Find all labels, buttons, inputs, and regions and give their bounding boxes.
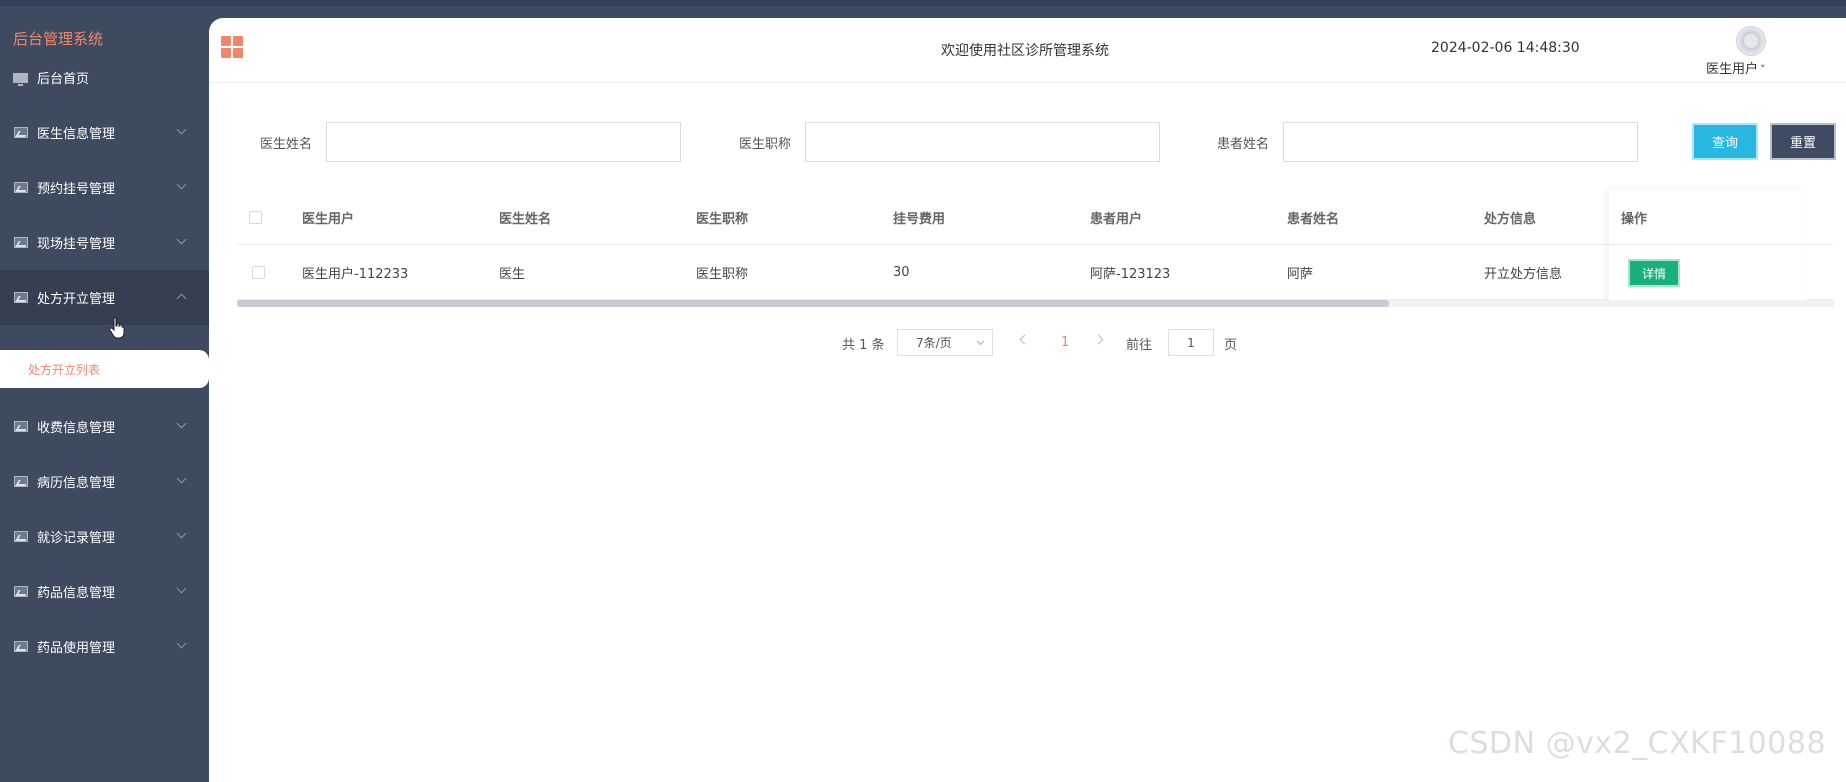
doctor-title-label: 医生职称 bbox=[739, 137, 792, 152]
column-header: 处方信息 bbox=[1484, 212, 1537, 227]
detail-button[interactable]: 详情 bbox=[1628, 259, 1680, 287]
sidebar-item-label: 处方开立管理 bbox=[37, 292, 116, 307]
column-header: 患者用户 bbox=[1090, 212, 1143, 227]
page-size-value: 7条/页 bbox=[916, 336, 952, 350]
doctor-name-input[interactable] bbox=[326, 122, 681, 162]
doctor-name-label: 医生姓名 bbox=[260, 137, 313, 152]
page-size-select[interactable]: 7条/页 bbox=[897, 329, 993, 356]
sidebar-item-label: 药品信息管理 bbox=[37, 586, 116, 601]
sidebar-item-medical-records[interactable]: 病历信息管理 bbox=[0, 454, 209, 509]
main-panel: 欢迎使用社区诊所管理系统 2024-02-06 14:48:30 医生用户 ˅ 医… bbox=[209, 18, 1846, 782]
cell-patient-user: 阿萨-123123 bbox=[1090, 267, 1171, 282]
submenu-item-label: 处方开立列表 bbox=[28, 362, 101, 377]
chart-icon bbox=[14, 421, 28, 432]
cell-registration-fee: 30 bbox=[893, 265, 910, 280]
chart-icon bbox=[14, 127, 28, 138]
select-all-checkbox[interactable] bbox=[249, 211, 262, 224]
patient-name-input[interactable] bbox=[1283, 122, 1638, 162]
sidebar-item-label: 就诊记录管理 bbox=[37, 531, 116, 546]
menu-grid-icon[interactable] bbox=[221, 36, 243, 58]
sidebar-item-medicine-usage[interactable]: 药品使用管理 bbox=[0, 619, 209, 674]
page-suffix-label: 页 bbox=[1224, 337, 1238, 353]
monitor-icon bbox=[13, 72, 28, 86]
app-root: 后台管理系统 后台首页 医生信息管理 预约挂号管理 现场挂号管理 处方开立管理 … bbox=[0, 0, 1846, 782]
hand-cursor-icon bbox=[109, 317, 125, 339]
chevron-down-icon bbox=[176, 234, 187, 245]
cell-patient-name: 阿萨 bbox=[1287, 267, 1314, 282]
sidebar-item-visit-records[interactable]: 就诊记录管理 bbox=[0, 509, 209, 564]
column-header-actions: 操作 bbox=[1609, 190, 1806, 245]
chevron-down-icon bbox=[176, 528, 187, 539]
cell-doctor-name: 医生 bbox=[499, 267, 526, 282]
scrollbar-thumb[interactable] bbox=[237, 300, 1389, 307]
next-page-icon[interactable] bbox=[1093, 334, 1104, 345]
chart-icon bbox=[14, 531, 28, 542]
sidebar-item-doctor-info[interactable]: 医生信息管理 bbox=[0, 105, 209, 160]
top-strip bbox=[0, 0, 1846, 6]
prev-page-icon[interactable] bbox=[1019, 334, 1030, 345]
welcome-text: 欢迎使用社区诊所管理系统 bbox=[941, 43, 1109, 59]
sidebar-item-charges[interactable]: 收费信息管理 bbox=[0, 399, 209, 454]
sidebar-item-appointment[interactable]: 预约挂号管理 bbox=[0, 160, 209, 215]
reset-button[interactable]: 重置 bbox=[1770, 123, 1836, 160]
sidebar-item-medicine-info[interactable]: 药品信息管理 bbox=[0, 564, 209, 619]
chart-icon bbox=[14, 641, 28, 652]
chart-icon bbox=[14, 476, 28, 487]
sidebar-item-label: 预约挂号管理 bbox=[37, 182, 116, 197]
chevron-up-icon bbox=[176, 293, 187, 304]
sidebar-item-prescription[interactable]: 处方开立管理 bbox=[0, 270, 209, 325]
column-header: 挂号费用 bbox=[893, 212, 946, 227]
cell-prescription-info: 开立处方信息 bbox=[1484, 267, 1563, 282]
sidebar-item-label: 药品使用管理 bbox=[37, 641, 116, 656]
sidebar-item-label: 后台首页 bbox=[37, 72, 90, 87]
chevron-down-icon bbox=[176, 179, 187, 190]
column-header: 医生姓名 bbox=[499, 212, 552, 227]
sidebar-item-label: 收费信息管理 bbox=[37, 421, 116, 436]
column-header: 医生用户 bbox=[302, 212, 355, 227]
table-row: 医生用户-112233 医生 医生职称 30 阿萨-123123 阿萨 开立处方… bbox=[237, 245, 1834, 300]
chart-icon bbox=[14, 182, 28, 193]
watermark: CSDN @vx2_CXKF10088 bbox=[1448, 726, 1827, 761]
page-number-current[interactable]: 1 bbox=[1061, 329, 1069, 356]
patient-name-label: 患者姓名 bbox=[1217, 137, 1270, 152]
chevron-down-icon bbox=[176, 638, 187, 649]
sidebar-item-label: 医生信息管理 bbox=[37, 127, 116, 142]
sidebar: 后台管理系统 后台首页 医生信息管理 预约挂号管理 现场挂号管理 处方开立管理 … bbox=[0, 6, 209, 782]
sidebar-item-label: 病历信息管理 bbox=[37, 476, 116, 491]
user-name: 医生用户 bbox=[1706, 62, 1759, 77]
avatar[interactable] bbox=[1736, 26, 1766, 56]
datetime-display: 2024-02-06 14:48:30 bbox=[1431, 40, 1580, 56]
user-menu[interactable]: 医生用户 ˅ bbox=[1706, 58, 1766, 77]
chevron-down-icon bbox=[176, 418, 187, 429]
column-header: 患者姓名 bbox=[1287, 212, 1340, 227]
doctor-title-input[interactable] bbox=[805, 122, 1160, 162]
sidebar-item-label: 现场挂号管理 bbox=[37, 237, 116, 252]
chevron-down-icon bbox=[176, 583, 187, 594]
brand-title: 后台管理系统 bbox=[13, 30, 104, 48]
chevron-down-icon bbox=[976, 337, 985, 346]
chart-icon bbox=[14, 292, 28, 303]
query-button[interactable]: 查询 bbox=[1692, 123, 1758, 160]
row-checkbox[interactable] bbox=[252, 266, 265, 279]
top-header: 欢迎使用社区诊所管理系统 2024-02-06 14:48:30 医生用户 ˅ bbox=[209, 18, 1846, 83]
chart-icon bbox=[14, 586, 28, 597]
caret-down-icon: ˅ bbox=[1760, 63, 1766, 76]
horizontal-scrollbar[interactable] bbox=[237, 300, 1834, 307]
sidebar-item-home[interactable]: 后台首页 bbox=[0, 50, 209, 105]
sidebar-item-onsite-registration[interactable]: 现场挂号管理 bbox=[0, 215, 209, 270]
table-header: 医生用户 医生姓名 医生职称 挂号费用 患者用户 患者姓名 处方信息 bbox=[237, 190, 1834, 245]
goto-page-input[interactable] bbox=[1168, 329, 1214, 356]
cell-doctor-title: 医生职称 bbox=[696, 267, 749, 282]
submenu-item-prescription-list[interactable]: 处方开立列表 bbox=[0, 350, 209, 388]
chart-icon bbox=[14, 237, 28, 248]
pagination-total: 共 1 条 bbox=[842, 337, 885, 353]
chevron-down-icon bbox=[176, 473, 187, 484]
chevron-down-icon bbox=[176, 124, 187, 135]
column-header: 医生职称 bbox=[696, 212, 749, 227]
goto-label: 前往 bbox=[1126, 337, 1153, 353]
cell-doctor-user: 医生用户-112233 bbox=[302, 267, 409, 282]
